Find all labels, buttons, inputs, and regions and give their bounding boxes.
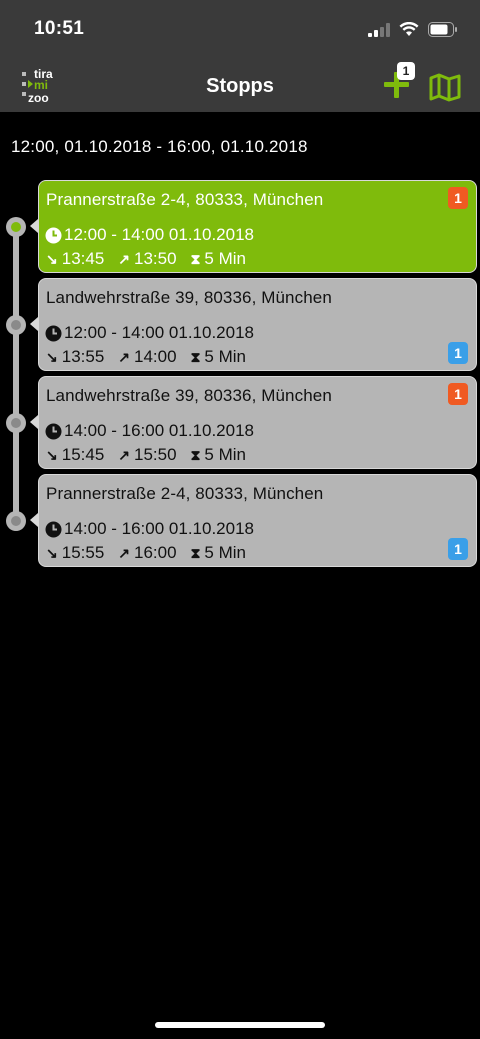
status-bar: 10:51: [0, 0, 480, 60]
stop-address: Prannerstraße 2-4, 80333, München: [46, 484, 324, 503]
stop-times: ↘ 13:45 ↗ 13:50 ⧗ 5 Min: [46, 249, 260, 269]
stop-window-text: 14:00 - 16:00 01.10.2018: [64, 421, 254, 440]
stop-badge: 1: [448, 342, 468, 364]
departure-time: 13:50: [134, 249, 177, 268]
departure-arrow-icon: ↗: [118, 446, 131, 463]
timeline-line: [13, 222, 19, 522]
stop-times: ↘ 15:45 ↗ 15:50 ⧗ 5 Min: [46, 445, 260, 465]
stop-address: Prannerstraße 2-4, 80333, München: [46, 190, 324, 209]
stop-card[interactable]: Landwehrstraße 39, 80336, München 12:00 …: [30, 278, 477, 371]
stop-duration: 5 Min: [204, 347, 246, 366]
stop-time-window: 12:00 - 14:00 01.10.2018: [45, 225, 254, 245]
battery-icon: [428, 22, 457, 37]
arrival-arrow-icon: ↘: [46, 348, 58, 365]
timeline-node: [6, 413, 26, 433]
arrival-time: 15:45: [61, 445, 105, 464]
hourglass-icon: ⧗: [190, 446, 201, 463]
arrival-time: 15:55: [61, 543, 105, 562]
stop-duration: 5 Min: [204, 543, 246, 562]
departure-arrow-icon: ↗: [118, 348, 131, 365]
stop-card[interactable]: Prannerstraße 2-4, 80333, München 12:00 …: [30, 180, 477, 273]
departure-time: 16:00: [134, 543, 177, 562]
stop-time-window: 14:00 - 16:00 01.10.2018: [45, 421, 254, 441]
stop-card[interactable]: Landwehrstraße 39, 80336, München 14:00 …: [30, 376, 477, 469]
stop-badge: 1: [448, 538, 468, 560]
arrival-arrow-icon: ↘: [46, 250, 58, 267]
stop-times: ↘ 15:55 ↗ 16:00 ⧗ 5 Min: [46, 543, 260, 563]
timeline-node: [6, 511, 26, 531]
wifi-icon: [399, 22, 419, 36]
date-range: 12:00, 01.10.2018 - 16:00, 01.10.2018: [11, 137, 308, 156]
clock-icon: [45, 423, 62, 439]
stop-duration: 5 Min: [204, 445, 246, 464]
hourglass-icon: ⧗: [190, 544, 201, 561]
stop-badge: 1: [448, 383, 468, 405]
stop-window-text: 14:00 - 16:00 01.10.2018: [64, 519, 254, 538]
stop-address: Landwehrstraße 39, 80336, München: [46, 288, 332, 307]
timeline-node: [6, 315, 26, 335]
stop-card[interactable]: Prannerstraße 2-4, 80333, München 14:00 …: [30, 474, 477, 567]
departure-time: 15:50: [134, 445, 177, 464]
departure-time: 14:00: [134, 347, 177, 366]
map-icon[interactable]: [428, 72, 462, 102]
arrival-arrow-icon: ↘: [46, 446, 58, 463]
home-indicator[interactable]: [155, 1022, 325, 1028]
stop-address: Landwehrstraße 39, 80336, München: [46, 386, 332, 405]
stop-times: ↘ 13:55 ↗ 14:00 ⧗ 5 Min: [46, 347, 260, 367]
stop-time-window: 14:00 - 16:00 01.10.2018: [45, 519, 254, 539]
hourglass-icon: ⧗: [190, 348, 201, 365]
timeline-node: [6, 217, 26, 237]
stop-duration: 5 Min: [204, 249, 246, 268]
clock-icon: [45, 325, 62, 341]
arrival-time: 13:55: [61, 347, 105, 366]
arrival-arrow-icon: ↘: [46, 544, 58, 561]
status-icons: [368, 22, 458, 37]
stop-time-window: 12:00 - 14:00 01.10.2018: [45, 323, 254, 343]
clock-icon: [45, 521, 62, 537]
cellular-signal-icon: [368, 22, 390, 37]
departure-arrow-icon: ↗: [118, 544, 131, 561]
stop-window-text: 12:00 - 14:00 01.10.2018: [64, 225, 254, 244]
stop-window-text: 12:00 - 14:00 01.10.2018: [64, 323, 254, 342]
hourglass-icon: ⧗: [190, 250, 201, 267]
add-count-badge: 1: [397, 62, 415, 80]
departure-arrow-icon: ↗: [118, 250, 131, 267]
arrival-time: 13:45: [61, 249, 105, 268]
clock-icon: [45, 227, 62, 243]
stop-badge: 1: [448, 187, 468, 209]
status-time: 10:51: [34, 18, 85, 39]
